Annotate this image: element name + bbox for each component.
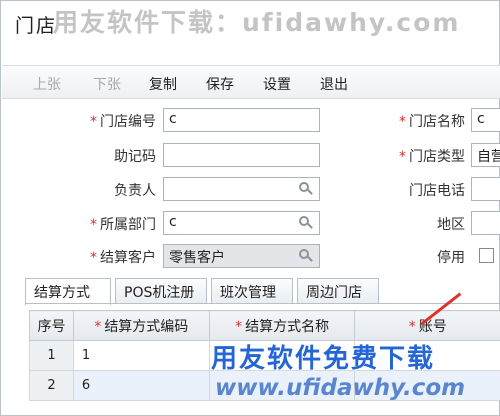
column-header-index: 序号: [29, 310, 74, 341]
window-title: 门店: [15, 15, 58, 37]
next-record-button[interactable]: 下张: [93, 74, 121, 94]
copy-button[interactable]: 复制: [149, 74, 177, 94]
settings-button[interactable]: 设置: [263, 74, 291, 94]
required-mark: *: [408, 318, 416, 335]
required-mark: *: [90, 114, 97, 130]
disabled-label: 停用: [437, 250, 465, 266]
store-name-label: * 门店名称: [399, 114, 465, 130]
tab-pos-registration[interactable]: POS机注册: [115, 278, 207, 304]
column-header-name: * 结算方式名称: [208, 310, 356, 341]
required-mark: *: [399, 149, 406, 165]
required-mark: *: [90, 217, 97, 233]
store-name-field[interactable]: c: [471, 108, 500, 132]
mnemonic-field[interactable]: [163, 143, 320, 167]
required-mark: *: [399, 114, 406, 130]
store-phone-label: 门店电话: [409, 183, 465, 199]
settle-customer-label: * 结算客户: [90, 250, 156, 266]
row-index-cell: 1: [29, 340, 74, 371]
store-window: 门店 用友软件下载：ufidawhy.com 上张 下张 复制 保存 设置 退出…: [0, 0, 500, 416]
tab-shift-management[interactable]: 班次管理: [211, 278, 293, 304]
watermark-bottom: 用友软件免费下载: [211, 344, 436, 374]
tab-divider: [25, 303, 500, 304]
region-label: 地区: [437, 217, 465, 233]
required-mark: *: [235, 318, 243, 335]
required-mark: *: [90, 250, 97, 266]
tab-nearby-stores[interactable]: 周边门店: [297, 278, 379, 304]
toolbar: 上张 下张 复制 保存 设置 退出: [2, 65, 500, 99]
row-index-cell: 2: [29, 370, 74, 401]
department-search-icon[interactable]: [297, 214, 315, 232]
required-mark: *: [94, 318, 102, 335]
watermark-url: www.ufidawhy.com: [215, 375, 466, 401]
settle-customer-search-icon[interactable]: [297, 247, 315, 265]
exit-button[interactable]: 退出: [320, 74, 348, 94]
manager-label: 负责人: [114, 183, 156, 199]
column-header-code: * 结算方式编码: [72, 310, 210, 341]
watermark-top: 用友软件下载：ufidawhy.com: [53, 8, 461, 37]
store-phone-field[interactable]: [471, 177, 500, 201]
tab-settlement[interactable]: 结算方式: [25, 278, 111, 305]
store-type-label: * 门店类型: [399, 149, 465, 165]
column-header-account: * 账号: [354, 310, 500, 341]
prev-record-button[interactable]: 上张: [33, 74, 61, 94]
store-code-label: * 门店编号: [90, 114, 156, 130]
region-field[interactable]: [471, 211, 500, 235]
settlement-code-cell[interactable]: 6: [72, 370, 210, 401]
manager-search-icon[interactable]: [297, 180, 315, 198]
settlement-code-cell[interactable]: 1: [72, 340, 210, 371]
save-button[interactable]: 保存: [206, 74, 234, 94]
mnemonic-label: 助记码: [114, 149, 156, 165]
department-label: * 所属部门: [90, 217, 156, 233]
store-type-select[interactable]: 自营: [471, 143, 500, 167]
store-code-field[interactable]: c: [163, 108, 320, 132]
disabled-checkbox[interactable]: [479, 248, 494, 263]
